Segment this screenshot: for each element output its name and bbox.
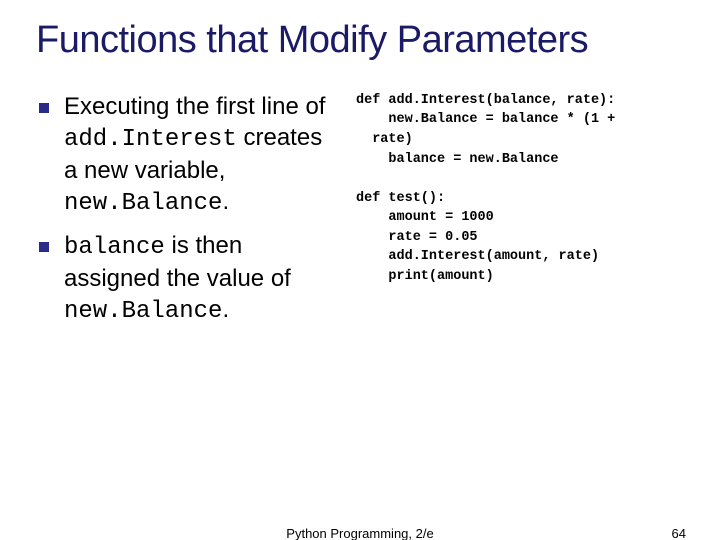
bullet-text: Executing the first line of add.Interest…: [64, 91, 336, 220]
code-run: add.Interest: [64, 126, 237, 153]
slide: Functions that Modify Parameters Executi…: [0, 0, 720, 540]
code-column: def add.Interest(balance, rate): new.Bal…: [356, 91, 690, 337]
text-run: .: [222, 296, 229, 323]
bullet-item: Executing the first line of add.Interest…: [36, 91, 336, 220]
text-run: .: [222, 188, 229, 215]
slide-title: Functions that Modify Parameters: [36, 18, 690, 63]
bullet-text: balance is then assigned the value of ne…: [64, 230, 336, 328]
bullet-item: balance is then assigned the value of ne…: [36, 230, 336, 328]
code-block: def add.Interest(balance, rate): new.Bal…: [356, 91, 690, 287]
code-run: new.Balance: [64, 190, 222, 217]
footer-center-text: Python Programming, 2/e: [286, 526, 433, 540]
code-run: new.Balance: [64, 298, 222, 325]
square-bullet-icon: [36, 239, 52, 255]
text-run: Executing the first line of: [64, 93, 325, 120]
square-bullet-icon: [36, 100, 52, 116]
code-run: balance: [64, 234, 165, 261]
page-number: 64: [672, 526, 686, 540]
content-area: Executing the first line of add.Interest…: [36, 91, 690, 337]
bullets-column: Executing the first line of add.Interest…: [36, 91, 336, 337]
